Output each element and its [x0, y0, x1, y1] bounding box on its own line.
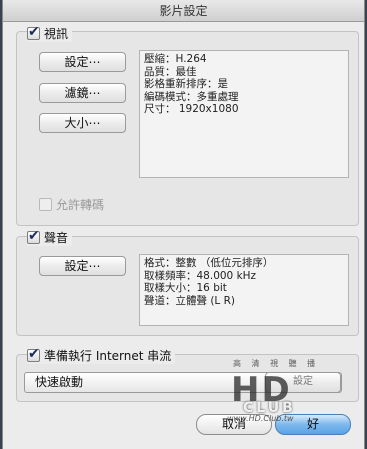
video-info-line: 尺寸： 1920x1080 — [144, 103, 239, 115]
audio-info-panel: 格式：整數 （低位元排序） 取樣頻率：48.000 kHz 取樣大小：16 bi… — [139, 254, 349, 326]
audio-checkbox[interactable]: 聲音 — [27, 228, 73, 246]
audio-checkbox-box[interactable] — [27, 228, 40, 244]
video-info-line: 壓縮：H.264 — [144, 53, 207, 65]
cancel-button[interactable]: 取消 — [196, 414, 272, 435]
video-checkbox[interactable]: 視訊 — [27, 24, 73, 42]
video-info-line: 編碼模式：多重處理 — [144, 90, 239, 103]
video-checkbox-box[interactable] — [27, 24, 40, 40]
streaming-checkbox[interactable]: 準備執行 Internet 串流 — [27, 346, 176, 364]
video-checkbox-label: 視訊 — [44, 27, 69, 41]
allow-transcode-checkbox[interactable]: 允許轉碼 — [39, 196, 109, 213]
audio-info-line: 取樣頻率：48.000 kHz — [144, 269, 257, 282]
movie-settings-dialog: 影片設定 視訊 設定⋯ 濾鏡⋯ 大小⋯ 壓縮：H.264 品質：最佳 影格重新排… — [2, 0, 365, 449]
audio-info-line: 取樣大小：16 bit — [144, 282, 227, 294]
video-settings-button[interactable]: 設定⋯ — [39, 52, 126, 72]
audio-settings-button[interactable]: 設定⋯ — [39, 256, 126, 276]
video-info-panel: 壓縮：H.264 品質：最佳 影格重新排序：是 編碼模式：多重處理 尺寸： 19… — [139, 50, 349, 178]
video-size-button[interactable]: 大小⋯ — [39, 113, 126, 133]
ok-button[interactable]: 好 — [275, 414, 351, 435]
audio-info-line: 聲道：立體聲 (L R) — [144, 294, 236, 307]
window-title: 影片設定 — [3, 0, 364, 22]
streaming-mode-value: 快速啟動 — [35, 375, 84, 389]
audio-checkbox-label: 聲音 — [44, 231, 69, 245]
allow-transcode-box[interactable] — [39, 198, 52, 211]
streaming-settings-button[interactable]: 設定 — [265, 372, 341, 393]
video-info-line: 品質：最佳 — [144, 65, 197, 78]
video-info-line: 影格重新排序：是 — [144, 78, 228, 90]
audio-info-line: 格式：整數 （低位元排序） — [144, 257, 274, 269]
video-filter-button[interactable]: 濾鏡⋯ — [39, 83, 126, 103]
allow-transcode-label: 允許轉碼 — [56, 198, 105, 212]
streaming-checkbox-box[interactable] — [27, 346, 40, 362]
streaming-checkbox-label: 準備執行 Internet 串流 — [44, 349, 172, 363]
